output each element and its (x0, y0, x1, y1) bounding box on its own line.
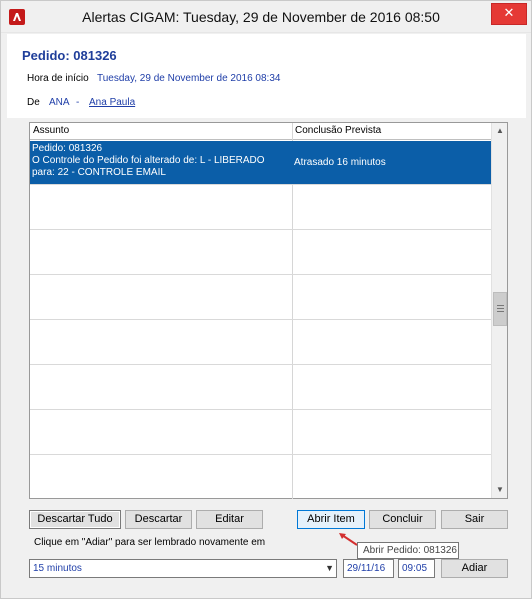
alerts-grid[interactable]: Assunto Conclusão Prevista Pedido: 08132… (29, 122, 508, 499)
row-due: Atrasado 16 minutos (294, 157, 386, 168)
grid-header: Assunto Conclusão Prevista (30, 123, 491, 140)
column-header-due[interactable]: Conclusão Prevista (295, 125, 381, 136)
table-row-empty[interactable] (30, 321, 491, 365)
table-row-empty[interactable] (30, 186, 491, 230)
close-icon: ✕ (503, 6, 515, 21)
start-time-label: Hora de início (27, 73, 89, 84)
row-subject-line: Pedido: 081326 (32, 143, 103, 154)
grip-line (497, 311, 504, 312)
chevron-down-icon[interactable]: ▼ (325, 560, 334, 577)
start-time-value: Tuesday, 29 de November de 2016 08:34 (97, 73, 281, 84)
complete-button[interactable]: Concluir (369, 510, 436, 529)
snooze-hint: Clique em "Adiar" para ser lembrado nova… (34, 537, 266, 548)
edit-button[interactable]: Editar (196, 510, 263, 529)
table-row-empty[interactable] (30, 366, 491, 410)
snooze-button[interactable]: Adiar (441, 559, 508, 578)
table-row-empty[interactable] (30, 231, 491, 275)
title-bar[interactable]: Alertas CIGAM: Tuesday, 29 de November d… (1, 1, 531, 33)
table-row-empty[interactable] (30, 456, 491, 500)
snooze-time-field[interactable]: 09:05 (398, 559, 435, 578)
exit-button[interactable]: Sair (441, 510, 508, 529)
scroll-down-icon[interactable]: ▼ (493, 482, 507, 498)
tooltip: Abrir Pedido: 081326 (357, 542, 459, 559)
from-label: De (27, 97, 40, 108)
pointer-arrow-icon (339, 533, 358, 546)
from-user-link[interactable]: Ana Paula (89, 97, 135, 108)
scroll-up-icon[interactable]: ▲ (493, 123, 507, 139)
column-header-subject[interactable]: Assunto (33, 125, 69, 136)
from-separator: - (76, 97, 80, 108)
alert-window: Alertas CIGAM: Tuesday, 29 de November d… (0, 0, 532, 599)
table-row[interactable]: Pedido: 081326 O Controle do Pedido foi … (30, 141, 491, 185)
snooze-date-field[interactable]: 29/11/16 (343, 559, 394, 578)
cigam-logo-icon[interactable] (9, 9, 25, 25)
window-title: Alertas CIGAM: Tuesday, 29 de November d… (82, 9, 440, 25)
snooze-interval-value: 15 minutos (33, 563, 82, 574)
table-row-empty[interactable] (30, 411, 491, 455)
scrollbar-thumb[interactable] (493, 292, 507, 326)
table-row-empty[interactable] (30, 276, 491, 320)
vertical-scrollbar[interactable]: ▲ ▼ (491, 123, 507, 498)
order-title: Pedido: 081326 (22, 48, 117, 63)
row-subject: Pedido: 081326 O Controle do Pedido foi … (32, 143, 290, 179)
grip-line (497, 305, 504, 306)
snooze-interval-select[interactable]: 15 minutos ▼ (29, 559, 337, 578)
open-item-button[interactable]: Abrir Item (297, 510, 365, 529)
grip-line (497, 308, 504, 309)
close-button[interactable]: ✕ (491, 3, 527, 25)
from-user: ANA (49, 97, 70, 108)
row-subject-detail: O Controle do Pedido foi alterado de: L … (32, 155, 265, 178)
dismiss-all-button[interactable]: Descartar Tudo (29, 510, 121, 529)
dismiss-button[interactable]: Descartar (125, 510, 192, 529)
